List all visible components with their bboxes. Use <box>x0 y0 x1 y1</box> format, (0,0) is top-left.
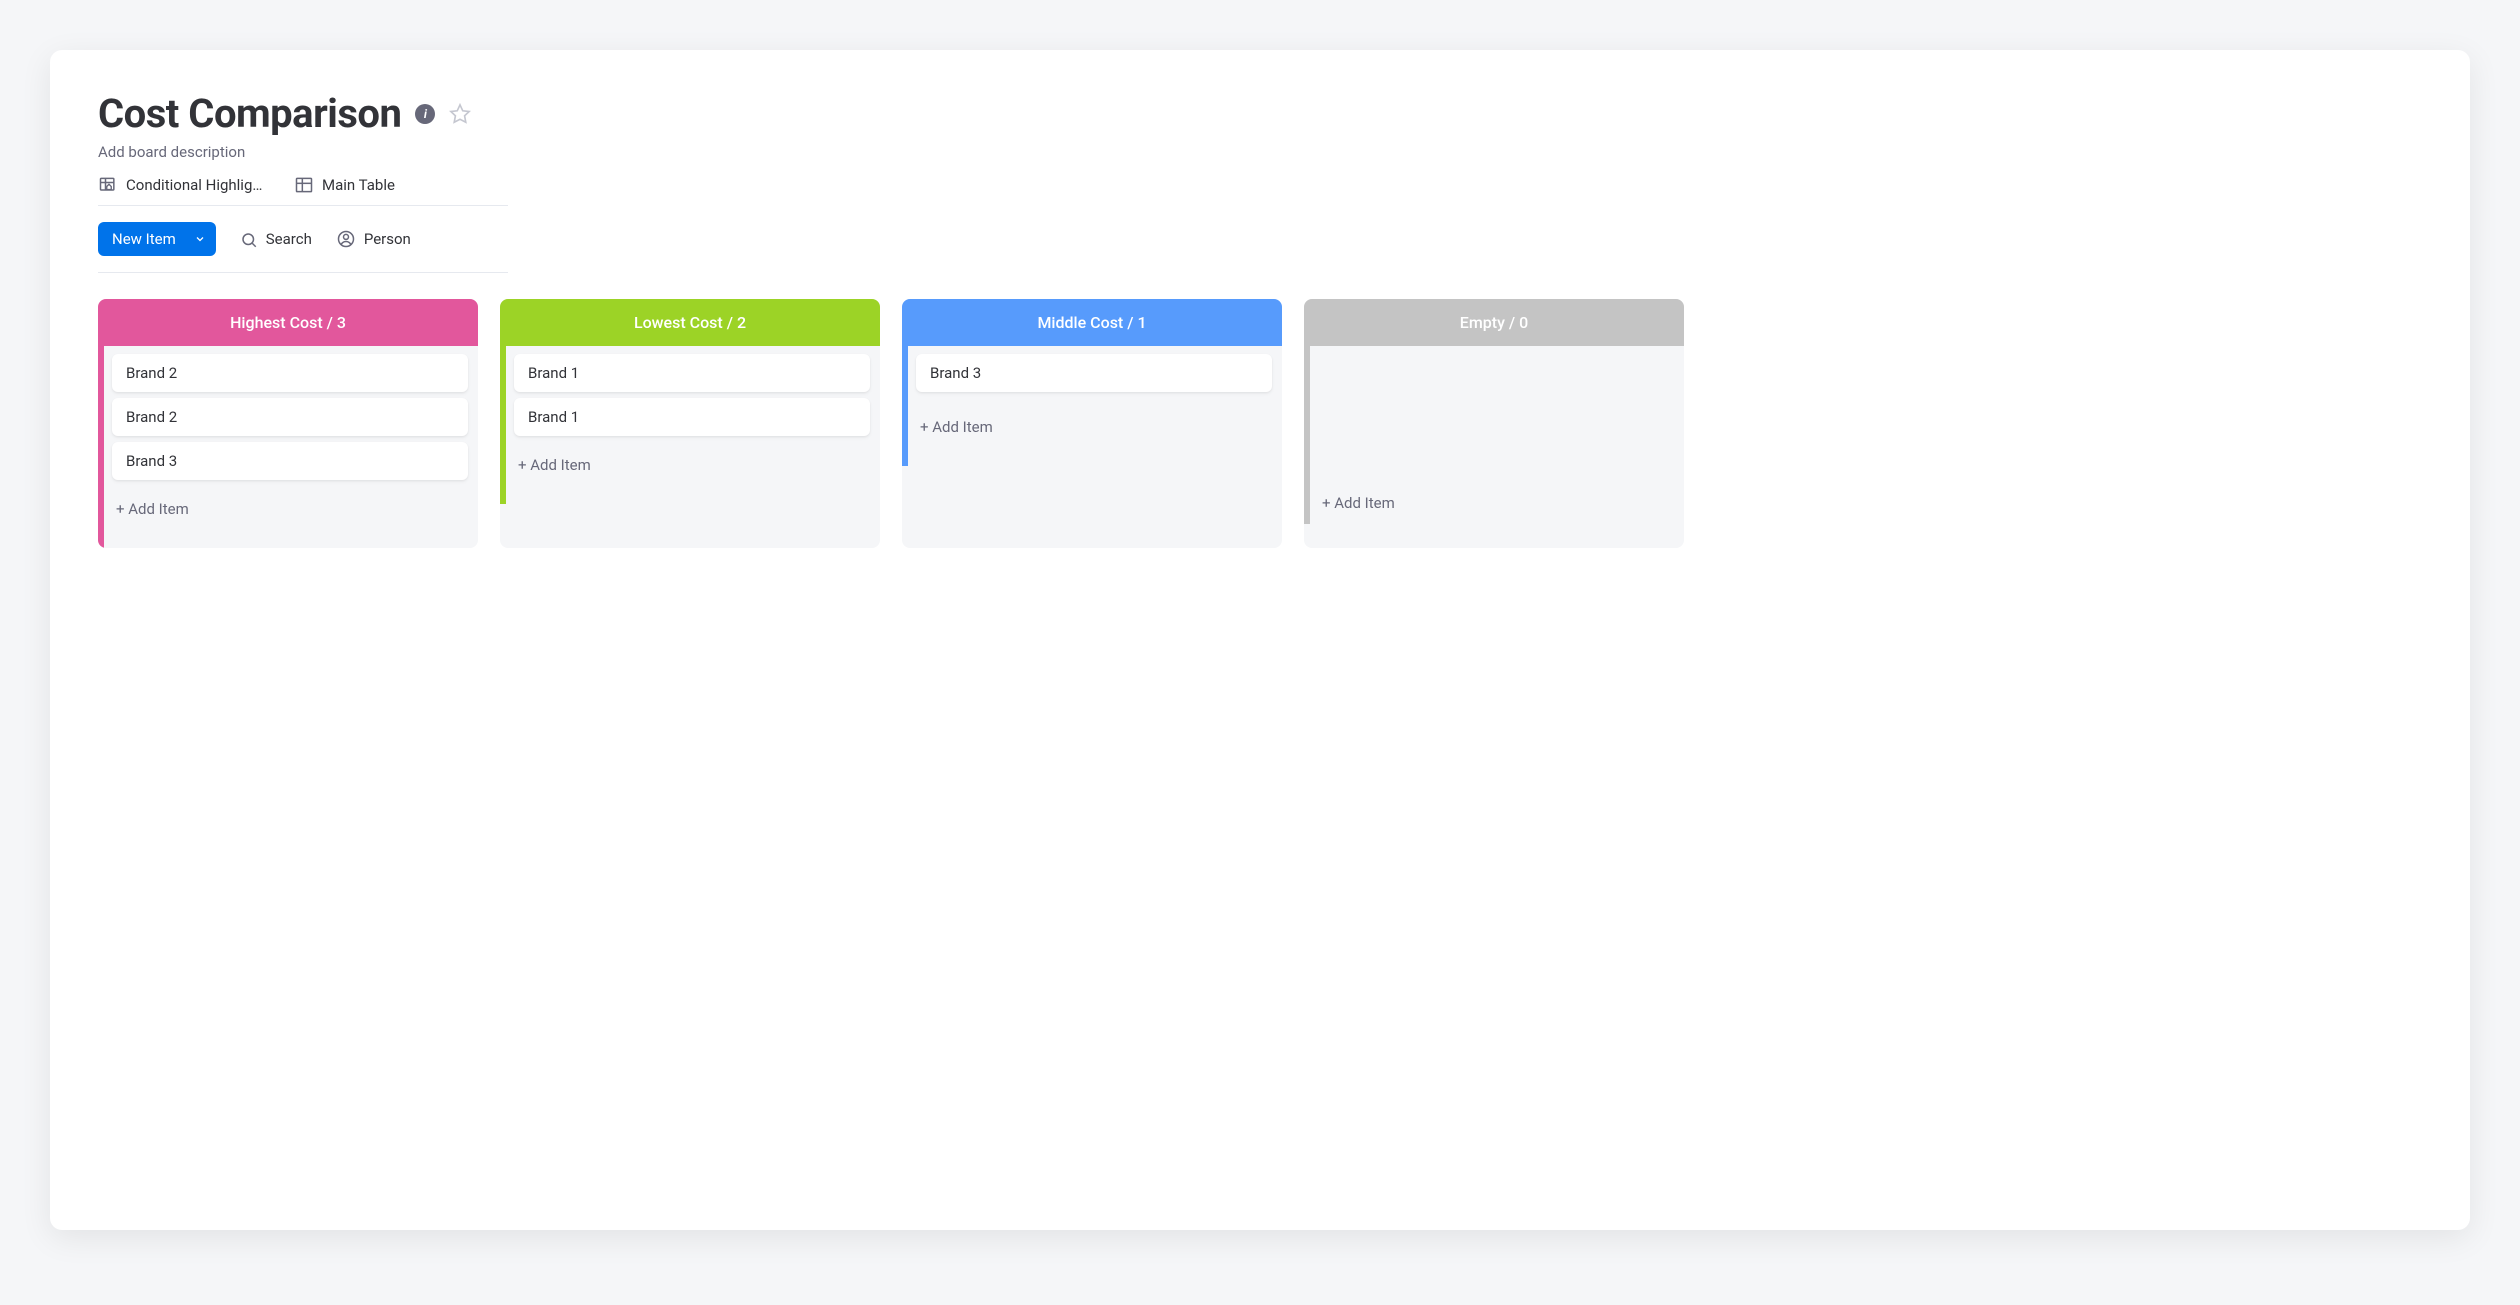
person-icon <box>336 229 356 249</box>
column-footer: + Add Item <box>1304 406 1684 524</box>
kanban-column: Empty / 0 + Add Item <box>1304 299 1684 548</box>
star-icon[interactable] <box>449 103 471 125</box>
column-footer: + Add Item <box>98 488 478 548</box>
board-header: Cost Comparison i <box>98 90 2422 137</box>
add-item-button[interactable]: + Add Item <box>112 492 468 522</box>
kanban-card[interactable]: Brand 3 <box>916 354 1272 392</box>
search-label: Search <box>266 230 312 248</box>
toolbar: New Item Search Person <box>98 206 508 273</box>
kanban-card[interactable]: Brand 1 <box>514 354 870 392</box>
kanban-card[interactable]: Brand 2 <box>112 354 468 392</box>
column-footer: + Add Item <box>902 406 1282 466</box>
kanban-column: Lowest Cost / 2 Brand 1 Brand 1 + Add Item <box>500 299 880 548</box>
search-button[interactable]: Search <box>240 230 312 249</box>
column-header[interactable]: Middle Cost / 1 <box>902 299 1282 346</box>
view-tab-label: Main Table <box>322 176 395 194</box>
view-tab-label: Conditional Highlighting <box>126 176 266 194</box>
kanban-column: Highest Cost / 3 Brand 2 Brand 2 Brand 3 + A… <box>98 299 478 548</box>
column-header[interactable]: Highest Cost / 3 <box>98 299 478 346</box>
kanban-card[interactable]: Brand 3 <box>112 442 468 480</box>
table-home-icon <box>98 175 118 195</box>
column-header[interactable]: Empty / 0 <box>1304 299 1684 346</box>
views-tabs: Conditional Highlighting Main Table <box>98 175 508 206</box>
add-item-button[interactable]: + Add Item <box>916 410 1272 440</box>
column-body: Brand 1 Brand 1 <box>500 346 880 444</box>
kanban-column: Middle Cost / 1 Brand 3 + Add Item <box>902 299 1282 548</box>
view-tab-conditional[interactable]: Conditional Highlighting <box>98 175 266 195</box>
person-filter-button[interactable]: Person <box>336 229 411 249</box>
board-container: Cost Comparison i Add board description … <box>50 50 2470 1230</box>
column-body: Brand 2 Brand 2 Brand 3 <box>98 346 478 488</box>
column-body <box>1304 346 1684 406</box>
add-item-button[interactable]: + Add Item <box>1318 486 1674 516</box>
person-label: Person <box>364 230 411 248</box>
info-icon[interactable]: i <box>415 104 435 124</box>
chevron-down-icon[interactable] <box>188 225 216 253</box>
new-item-button[interactable]: New Item <box>98 222 216 256</box>
column-footer: + Add Item <box>500 444 880 504</box>
table-icon <box>294 175 314 195</box>
column-body: Brand 3 <box>902 346 1282 406</box>
column-header[interactable]: Lowest Cost / 2 <box>500 299 880 346</box>
new-item-label: New Item <box>98 222 188 256</box>
view-tab-main-table[interactable]: Main Table <box>294 175 395 195</box>
kanban-card[interactable]: Brand 1 <box>514 398 870 436</box>
add-item-button[interactable]: + Add Item <box>514 448 870 478</box>
search-icon <box>240 230 258 249</box>
kanban-board: Highest Cost / 3 Brand 2 Brand 2 Brand 3 + A… <box>98 299 2422 548</box>
board-title: Cost Comparison <box>98 90 401 137</box>
board-description[interactable]: Add board description <box>98 143 2422 161</box>
kanban-card[interactable]: Brand 2 <box>112 398 468 436</box>
